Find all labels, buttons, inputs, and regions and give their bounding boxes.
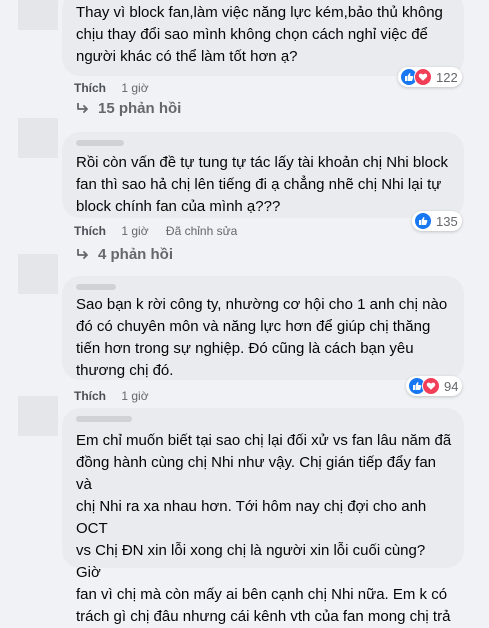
- like-button[interactable]: Thích: [74, 389, 106, 403]
- view-replies-link[interactable]: 15 phản hồi: [76, 100, 181, 117]
- edited-label: Đã chỉnh sửa: [165, 224, 238, 238]
- reaction-summary[interactable]: 94: [406, 376, 463, 396]
- reaction-count: 135: [436, 213, 458, 229]
- love-reaction-icon: [422, 377, 440, 395]
- comment-actions: Thích 1 giờ Đã chỉnh sửa: [74, 224, 237, 238]
- avatar[interactable]: [18, 254, 58, 294]
- reaction-count: 94: [444, 378, 459, 394]
- reaction-summary[interactable]: 135: [412, 211, 462, 231]
- love-reaction-icon: [414, 68, 432, 86]
- comment-text: Thay vì block fan,làm việc năng lực kém,…: [76, 4, 443, 65]
- like-button[interactable]: Thích: [74, 81, 106, 95]
- avatar[interactable]: [18, 118, 58, 158]
- avatar[interactable]: [18, 396, 58, 436]
- comment-bubble: Thay vì block fan,làm việc năng lực kém,…: [62, 0, 464, 76]
- replies-count: 4 phản hồi: [98, 246, 173, 263]
- timestamp[interactable]: 1 giờ: [121, 81, 148, 95]
- view-replies-link[interactable]: 4 phản hồi: [76, 246, 173, 263]
- like-button[interactable]: Thích: [74, 224, 106, 238]
- reply-arrow-icon: [77, 248, 88, 259]
- comment-bubble: Sao bạn k rời công ty, nhường cơ hội cho…: [62, 276, 464, 380]
- replies-count: 15 phản hồi: [98, 100, 182, 117]
- avatar[interactable]: [18, 0, 58, 30]
- author-name[interactable]: [76, 284, 116, 290]
- comment-actions: Thích 1 giờ: [74, 389, 149, 403]
- comment-text: Rồi còn vấn đề tự tung tự tác lấy tài kh…: [76, 154, 448, 215]
- comment-text: Em chỉ muốn biết tại sao chị lại đối xử …: [76, 432, 452, 625]
- author-name[interactable]: [76, 416, 132, 422]
- reaction-summary[interactable]: 122: [398, 67, 462, 87]
- comment-bubble: Rồi còn vấn đề tự tung tự tác lấy tài kh…: [62, 132, 464, 218]
- reaction-count: 122: [436, 69, 458, 85]
- comment-actions: Thích 1 giờ: [74, 81, 149, 95]
- timestamp[interactable]: 1 giờ: [121, 389, 148, 403]
- like-reaction-icon: [414, 212, 432, 230]
- comment-text: Sao bạn k rời công ty, nhường cơ hội cho…: [76, 296, 448, 379]
- author-name[interactable]: [76, 140, 124, 146]
- comment-bubble: Em chỉ muốn biết tại sao chị lại đối xử …: [62, 408, 464, 625]
- reply-arrow-icon: [77, 102, 88, 113]
- timestamp[interactable]: 1 giờ: [121, 224, 148, 238]
